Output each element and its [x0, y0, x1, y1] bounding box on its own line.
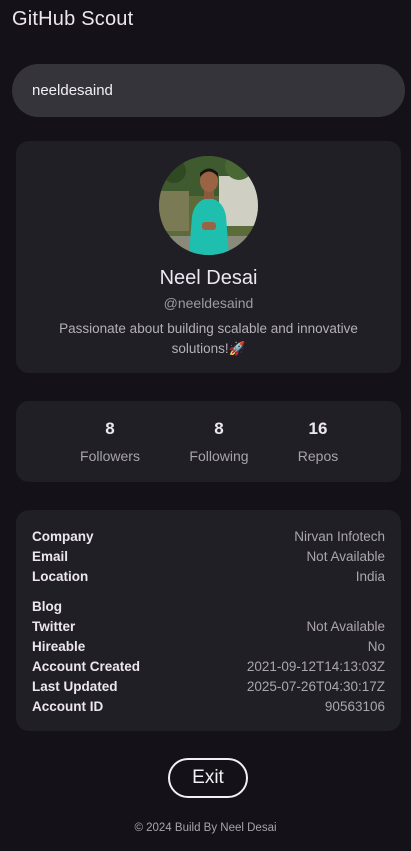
detail-row-location: Location India — [32, 566, 385, 586]
stat-repos: 16 Repos — [273, 419, 363, 464]
search-input-value: neeldesaind — [32, 82, 113, 99]
profile-name: Neel Desai — [159, 267, 258, 289]
detail-value: 2025-07-26T04:30:17Z — [246, 678, 385, 694]
stat-followers: 8 Followers — [65, 419, 155, 464]
detail-label: Hireable — [32, 638, 86, 654]
detail-value: Not Available — [306, 548, 385, 564]
detail-value: 2021-09-12T14:13:03Z — [246, 658, 385, 674]
detail-label: Account Created — [32, 658, 141, 674]
detail-label: Last Updated — [32, 678, 118, 694]
detail-row-email: Email Not Available — [32, 546, 385, 566]
stat-following: 8 Following — [174, 419, 264, 464]
exit-button[interactable]: Exit — [168, 758, 248, 798]
detail-label: Email — [32, 548, 69, 564]
avatar — [159, 156, 258, 255]
stats-card: 8 Followers 8 Following 16 Repos — [16, 401, 401, 482]
detail-row-blog: Blog — [32, 596, 385, 616]
stat-value: 8 — [214, 419, 224, 438]
detail-value: 90563106 — [324, 698, 385, 714]
profile-handle: @neeldesaind — [163, 295, 254, 311]
stat-label: Followers — [80, 448, 140, 464]
detail-row-hireable: Hireable No — [32, 636, 385, 656]
search-input[interactable]: neeldesaind — [12, 64, 405, 117]
detail-label: Location — [32, 568, 89, 584]
details-card: Company Nirvan Infotech Email Not Availa… — [16, 510, 401, 731]
detail-label: Twitter — [32, 618, 76, 634]
detail-value: Not Available — [306, 618, 385, 634]
stat-label: Repos — [297, 448, 339, 464]
detail-row-last-updated: Last Updated 2025-07-26T04:30:17Z — [32, 676, 385, 696]
stat-value: 8 — [105, 419, 115, 438]
detail-value: Nirvan Infotech — [294, 528, 385, 544]
detail-value: No — [367, 638, 385, 654]
detail-row-account-id: Account ID 90563106 — [32, 696, 385, 716]
footer-credit: © 2024 Build By Neel Desai — [134, 822, 277, 834]
detail-label: Company — [32, 528, 94, 544]
detail-row-company: Company Nirvan Infotech — [32, 526, 385, 546]
app-screen: GitHub Scout neeldesaind Neel Desai @nee… — [0, 0, 411, 851]
detail-row-twitter: Twitter Not Available — [32, 616, 385, 636]
detail-label: Account ID — [32, 698, 104, 714]
detail-value: India — [355, 568, 385, 584]
profile-card: Neel Desai @neeldesaind Passionate about… — [16, 141, 401, 373]
detail-label: Blog — [32, 598, 62, 614]
stat-label: Following — [189, 448, 249, 464]
stat-value: 16 — [308, 419, 328, 438]
app-title: GitHub Scout — [12, 8, 134, 30]
profile-bio: Passionate about building scalable and i… — [59, 321, 358, 356]
detail-row-account-created: Account Created 2021-09-12T14:13:03Z — [32, 656, 385, 676]
